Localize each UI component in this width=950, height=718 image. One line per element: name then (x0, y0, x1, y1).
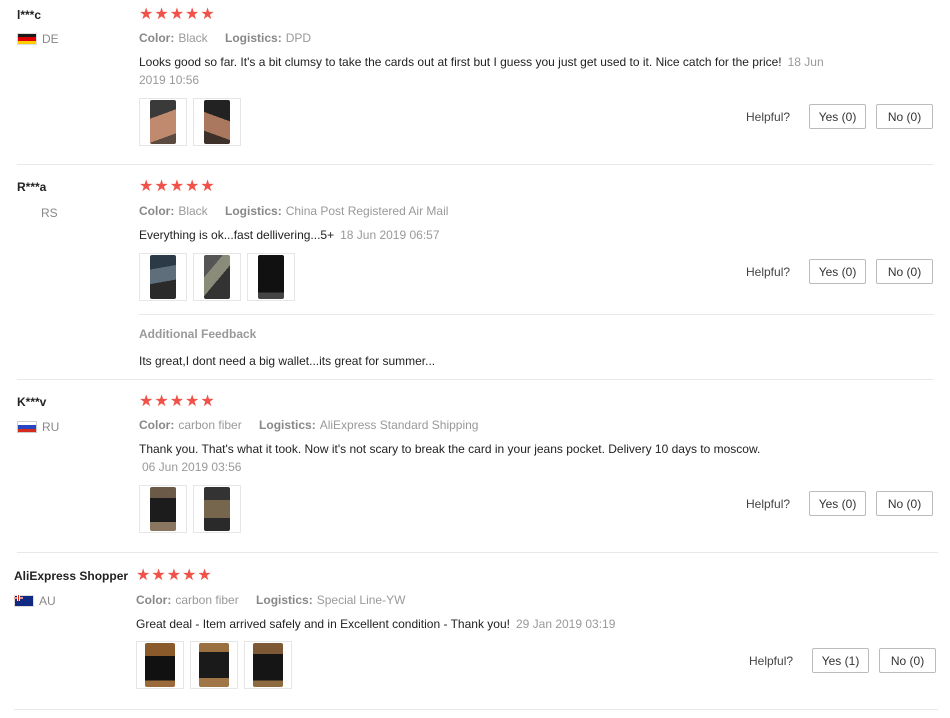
review-photo[interactable] (190, 641, 238, 689)
review-photo[interactable] (247, 253, 295, 301)
logistics-label: Logistics: (225, 204, 282, 218)
country-code: DE (42, 32, 59, 46)
review-text: Great deal - Item arrived safely and in … (136, 617, 510, 631)
color-label: Color: (139, 31, 175, 45)
review-date: 29 Jan 2019 03:19 (515, 617, 616, 631)
review-divider (17, 552, 938, 553)
germany-flag-icon (17, 33, 37, 45)
review-photo[interactable] (139, 253, 187, 301)
review-photos (139, 485, 247, 533)
review-text-block: Great deal - Item arrived safely and in … (136, 615, 836, 633)
feedback-divider (139, 314, 934, 315)
logistics-value: AliExpress Standard Shipping (319, 418, 479, 432)
review-divider (17, 379, 934, 380)
review-divider (17, 164, 934, 165)
reviewer-name: AliExpress Shopper (14, 569, 129, 583)
review-attributes: Color: carbon fiber Logistics: Special Lin… (136, 593, 419, 607)
review-photo[interactable] (139, 485, 187, 533)
reviewer-name: R***a (17, 180, 47, 194)
review-photo[interactable] (136, 641, 184, 689)
review-photo[interactable] (193, 98, 241, 146)
australia-flag-icon (14, 595, 34, 607)
helpful-vote: Helpful? Yes (0) No (0) (746, 104, 934, 129)
additional-feedback-title: Additional Feedback (139, 327, 257, 341)
helpful-vote: Helpful? Yes (0) No (0) (746, 491, 934, 516)
vote-no-button[interactable]: No (0) (879, 648, 937, 673)
color-label: Color: (136, 593, 172, 607)
review-photo[interactable] (244, 641, 292, 689)
review-photos (139, 253, 301, 301)
color-value: Black (178, 31, 208, 45)
vote-no-button[interactable]: No (0) (876, 259, 934, 284)
star-rating: ★★★★★ (139, 393, 216, 410)
helpful-label: Helpful? (746, 109, 791, 124)
color-value: Black (178, 204, 208, 218)
logistics-label: Logistics: (225, 31, 282, 45)
vote-yes-button[interactable]: Yes (0) (809, 259, 867, 284)
helpful-label: Helpful? (746, 496, 791, 511)
vote-yes-button[interactable]: Yes (1) (812, 648, 870, 673)
review-photo[interactable] (139, 98, 187, 146)
star-rating: ★★★★★ (139, 178, 216, 195)
country-code: RU (42, 420, 60, 434)
review-photos (139, 98, 247, 146)
color-value: carbon fiber (175, 593, 239, 607)
helpful-vote: Helpful? Yes (1) No (0) (749, 648, 937, 673)
review-text-block: Looks good so far. It's a bit clumsy to … (139, 53, 829, 89)
logistics-value: Special Line-YW (316, 593, 406, 607)
review-date: 06 Jun 2019 03:56 (142, 460, 242, 474)
reviewer-country: DE (17, 32, 59, 46)
review-photo[interactable] (193, 485, 241, 533)
country-code: AU (39, 594, 56, 608)
vote-no-button[interactable]: No (0) (876, 104, 934, 129)
review-photo[interactable] (193, 253, 241, 301)
review-attributes: Color: carbon fiber Logistics: AliExpress … (139, 418, 492, 432)
helpful-label: Helpful? (749, 653, 794, 668)
color-label: Color: (139, 204, 175, 218)
review-text-block: Thank you. That's what it took. Now it's… (139, 440, 859, 476)
country-code: RS (41, 206, 58, 220)
reviewer-name: l***c (17, 8, 42, 22)
color-value: carbon fiber (178, 418, 242, 432)
color-label: Color: (139, 418, 175, 432)
logistics-value: China Post Registered Air Mail (285, 204, 449, 218)
logistics-label: Logistics: (256, 593, 313, 607)
review-text: Looks good so far. It's a bit clumsy to … (139, 55, 782, 69)
reviewer-country: AU (14, 594, 56, 608)
review-divider (14, 709, 938, 710)
review-attributes: Color: Black Logistics: DPD (139, 31, 325, 45)
reviewer-name: K***v (17, 395, 47, 409)
star-rating: ★★★★★ (136, 567, 213, 584)
review-attributes: Color: Black Logistics: China Post Registe… (139, 204, 462, 218)
review-date: 18 Jun 2019 06:57 (340, 228, 440, 242)
vote-no-button[interactable]: No (0) (876, 491, 934, 516)
russia-flag-icon (17, 421, 37, 433)
reviewer-country: RU (17, 420, 59, 434)
vote-yes-button[interactable]: Yes (0) (809, 491, 867, 516)
helpful-vote: Helpful? Yes (0) No (0) (746, 259, 934, 284)
review-text: Everything is ok...fast dellivering...5+ (139, 228, 335, 242)
additional-feedback-text: Its great,I dont need a big wallet...its… (139, 354, 436, 368)
helpful-label: Helpful? (746, 264, 791, 279)
review-text: Thank you. That's what it took. Now it's… (139, 442, 761, 456)
logistics-value: DPD (285, 31, 312, 45)
review-photos (136, 641, 298, 689)
reviewer-country: RS (41, 206, 58, 220)
vote-yes-button[interactable]: Yes (0) (809, 104, 867, 129)
review-text-block: Everything is ok...fast dellivering...5+… (139, 226, 839, 244)
star-rating: ★★★★★ (139, 6, 216, 23)
logistics-label: Logistics: (259, 418, 316, 432)
